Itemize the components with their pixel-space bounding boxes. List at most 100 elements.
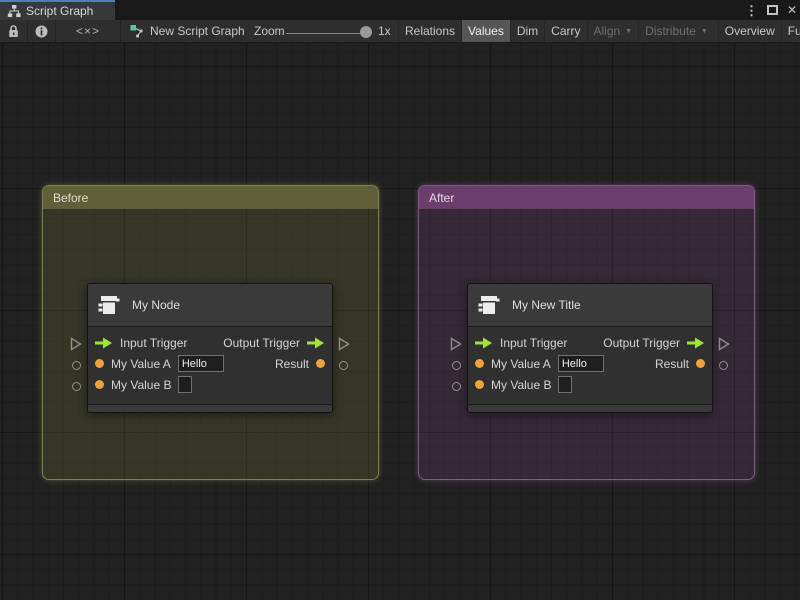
value-b-row: My Value B: [88, 374, 332, 395]
tab-bar: Script Graph ⋮ ✕: [0, 0, 800, 20]
external-result-port[interactable]: [339, 361, 348, 370]
value-b-input[interactable]: [558, 376, 573, 393]
relations-toggle[interactable]: Relations: [398, 20, 461, 42]
node-my-new-title-header[interactable]: My New Title: [468, 284, 712, 327]
input-trigger-port-icon[interactable]: [475, 337, 493, 349]
distribute-dropdown[interactable]: Distribute ▼: [638, 20, 714, 42]
external-input-trigger-port[interactable]: [70, 337, 82, 351]
value-a-input[interactable]: [557, 355, 604, 372]
value-a-row: My Value A Result: [88, 353, 332, 374]
external-value-b-port[interactable]: [72, 382, 81, 391]
fullscreen-button[interactable]: Full Screen: [780, 20, 800, 42]
overview-label: Overview: [724, 24, 775, 38]
input-trigger-label: Input Trigger: [120, 335, 188, 350]
dim-toggle[interactable]: Dim: [509, 20, 544, 42]
group-before-header[interactable]: Before: [43, 186, 378, 209]
value-b-port-icon[interactable]: [475, 380, 484, 389]
external-value-a-port[interactable]: [72, 361, 81, 370]
distribute-label: Distribute: [645, 24, 696, 38]
zoom-value: 1x: [378, 24, 391, 38]
node-body: Input Trigger Output Trigger My Value A: [468, 327, 712, 395]
carry-label: Carry: [551, 24, 581, 38]
graph-toolbar: <×> New Script Graph Zoom 1x Relations V…: [0, 20, 800, 43]
value-a-label: My Value A: [491, 356, 551, 371]
value-b-row: My Value B: [468, 374, 712, 395]
graph-name-label: New Script Graph: [150, 24, 245, 38]
input-trigger-label: Input Trigger: [500, 335, 568, 350]
value-a-input[interactable]: [177, 355, 224, 372]
value-b-label: My Value B: [491, 377, 552, 392]
relations-label: Relations: [405, 24, 456, 38]
result-port-icon[interactable]: [696, 359, 705, 368]
unit-node-icon: [478, 296, 500, 314]
external-input-trigger-port[interactable]: [450, 337, 462, 351]
values-toggle[interactable]: Values: [461, 20, 510, 42]
align-label: Align: [593, 24, 621, 38]
zoom-slider-track[interactable]: [286, 33, 372, 34]
lock-icon: [9, 24, 18, 37]
input-trigger-port-icon[interactable]: [95, 337, 113, 349]
external-value-b-port[interactable]: [452, 382, 461, 391]
node-my-node[interactable]: My Node Input Trigger Output Trigger My …: [87, 283, 333, 413]
tab-script-graph[interactable]: Script Graph: [0, 0, 115, 20]
script-graph-window: Script Graph ⋮ ✕ <×> New Script Graph Zo…: [0, 0, 800, 600]
maximize-icon[interactable]: [766, 5, 778, 15]
node-my-new-title[interactable]: My New Title Input Trigger Output Trigge…: [467, 283, 713, 413]
result-label: Result: [274, 356, 309, 371]
node-title: My Node: [132, 298, 181, 312]
output-trigger-port-icon[interactable]: [307, 337, 325, 349]
graph-breadcrumb[interactable]: New Script Graph: [130, 20, 245, 42]
trigger-row: Input Trigger Output Trigger: [88, 332, 332, 353]
value-a-row: My Value A Result: [468, 353, 712, 374]
value-a-port-icon[interactable]: [95, 359, 104, 368]
group-after-header[interactable]: After: [419, 186, 754, 209]
value-a-label: My Value A: [111, 356, 171, 371]
output-trigger-label: Output Trigger: [223, 335, 300, 350]
node-my-node-header[interactable]: My Node: [88, 284, 332, 327]
chevron-down-icon: ▼: [700, 27, 708, 35]
script-graph-icon: [130, 25, 143, 38]
zoom-label: Zoom: [254, 24, 285, 38]
node-footer: [468, 404, 712, 412]
value-b-port-icon[interactable]: [95, 380, 104, 389]
output-trigger-label: Output Trigger: [603, 335, 680, 350]
external-result-port[interactable]: [719, 361, 728, 370]
graph-canvas[interactable]: Before After My Node Input Trigger Outpu…: [0, 43, 800, 600]
align-dropdown[interactable]: Align ▼: [586, 20, 639, 42]
group-after-title: After: [429, 190, 455, 205]
values-label: Values: [468, 24, 504, 38]
value-a-port-icon[interactable]: [475, 359, 484, 368]
external-output-trigger-port[interactable]: [718, 337, 730, 351]
external-value-a-port[interactable]: [452, 361, 461, 370]
graph-hierarchy-icon: [7, 5, 21, 17]
window-menu-icon[interactable]: ⋮: [745, 4, 758, 17]
code-icon: <×>: [75, 24, 101, 38]
node-body: Input Trigger Output Trigger My Value A: [88, 327, 332, 395]
edit-source-button[interactable]: <×>: [56, 20, 120, 42]
info-icon: [35, 25, 48, 37]
value-b-input[interactable]: [178, 376, 193, 393]
toolbar-toggle-group: Relations Values Dim Carry Align ▼ Distr…: [398, 20, 800, 42]
node-footer: [88, 404, 332, 412]
overview-button[interactable]: Overview: [717, 20, 781, 42]
trigger-row: Input Trigger Output Trigger: [468, 332, 712, 353]
tab-title: Script Graph: [26, 4, 94, 18]
output-trigger-port-icon[interactable]: [687, 337, 705, 349]
value-b-label: My Value B: [111, 377, 172, 392]
group-before-title: Before: [53, 190, 89, 205]
window-controls: ⋮ ✕: [745, 0, 797, 20]
fullscreen-label: Full Screen: [787, 24, 800, 38]
chevron-down-icon: ▼: [625, 27, 633, 35]
lock-button[interactable]: [0, 20, 27, 42]
carry-toggle[interactable]: Carry: [544, 20, 586, 42]
zoom-slider-knob[interactable]: [360, 26, 372, 38]
external-output-trigger-port[interactable]: [338, 337, 350, 351]
dim-label: Dim: [516, 24, 539, 38]
close-icon[interactable]: ✕: [787, 4, 797, 16]
info-button[interactable]: [28, 20, 55, 42]
node-title: My New Title: [512, 298, 581, 312]
result-port-icon[interactable]: [316, 359, 325, 368]
unit-node-icon: [98, 296, 120, 314]
result-label: Result: [654, 356, 689, 371]
toolbar-separator: [120, 20, 121, 42]
